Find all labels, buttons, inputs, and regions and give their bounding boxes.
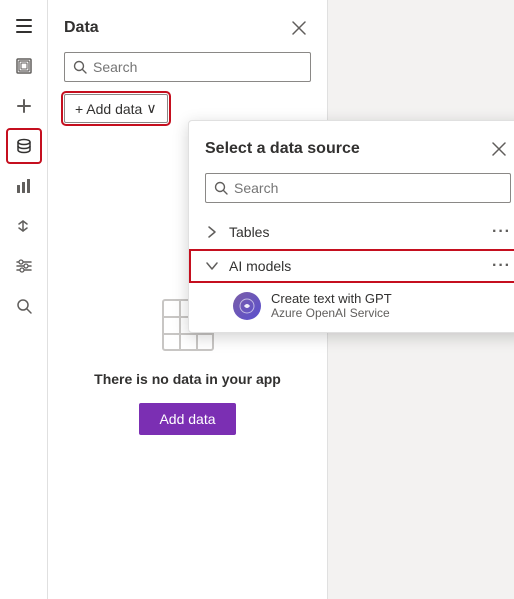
add-icon (15, 97, 33, 115)
sds-item-ai-models-left: AI models (205, 258, 291, 274)
gpt-item-subtitle: Azure OpenAI Service (271, 306, 392, 320)
data-panel-search-input[interactable] (93, 59, 302, 75)
gpt-icon (233, 292, 261, 320)
sds-list: Tables ··· AI models ··· (189, 211, 514, 332)
data-panel-close-button[interactable] (287, 16, 311, 40)
sds-tables-more-icon[interactable]: ··· (492, 223, 511, 241)
select-datasource-panel: Select a data source (188, 120, 514, 333)
layers-icon (15, 57, 33, 75)
data-panel-title: Data (64, 19, 99, 37)
search-icon (15, 297, 33, 315)
add-data-button[interactable]: + Add data ∨ (64, 94, 168, 123)
add-data-dropdown-icon: ∨ (146, 100, 156, 117)
gpt-symbol-icon (239, 298, 255, 314)
sds-header: Select a data source (189, 121, 514, 169)
add-data-label: + Add data (75, 101, 142, 117)
hamburger-icon (10, 13, 38, 39)
add-data-primary-button[interactable]: Add data (139, 403, 235, 435)
main-content: Data + Add data ∨ (48, 0, 514, 599)
data-panel-search-box[interactable] (64, 52, 311, 82)
sidebar-item-search[interactable] (6, 288, 42, 324)
sidebar-item-chart[interactable] (6, 168, 42, 204)
sds-search-input[interactable] (234, 180, 502, 196)
gpt-item-title: Create text with GPT (271, 291, 392, 306)
sds-item-tables[interactable]: Tables ··· (189, 215, 514, 249)
empty-state-text: There is no data in your app (94, 371, 281, 387)
gpt-item-text: Create text with GPT Azure OpenAI Servic… (271, 291, 392, 320)
close-icon (292, 21, 306, 35)
sidebar (0, 0, 48, 599)
tables-chevron-right-icon (205, 225, 219, 239)
sidebar-item-settings[interactable] (6, 248, 42, 284)
data-panel-header: Data (48, 0, 327, 48)
sds-title: Select a data source (205, 140, 360, 158)
sidebar-item-add[interactable] (6, 88, 42, 124)
sidebar-item-layers[interactable] (6, 48, 42, 84)
sds-tables-label: Tables (229, 224, 269, 240)
sidebar-item-hamburger[interactable] (6, 8, 42, 44)
sds-ai-models-more-icon[interactable]: ··· (492, 257, 511, 275)
settings-icon (15, 257, 33, 275)
sds-search-icon (214, 181, 228, 195)
sds-search-box[interactable] (205, 173, 511, 203)
sds-sub-item-gpt[interactable]: Create text with GPT Azure OpenAI Servic… (189, 283, 514, 328)
data-panel-search-icon (73, 60, 87, 74)
sds-item-ai-models[interactable]: AI models ··· (189, 249, 514, 283)
arrows-icon (15, 217, 33, 235)
sidebar-item-database[interactable] (6, 128, 42, 164)
sidebar-item-arrows[interactable] (6, 208, 42, 244)
sds-ai-models-label: AI models (229, 258, 291, 274)
chart-icon (15, 177, 33, 195)
sds-close-button[interactable] (487, 137, 511, 161)
database-icon (15, 137, 33, 155)
sds-close-icon (492, 142, 506, 156)
ai-models-chevron-down-icon (205, 259, 219, 273)
sds-item-tables-left: Tables (205, 224, 269, 240)
